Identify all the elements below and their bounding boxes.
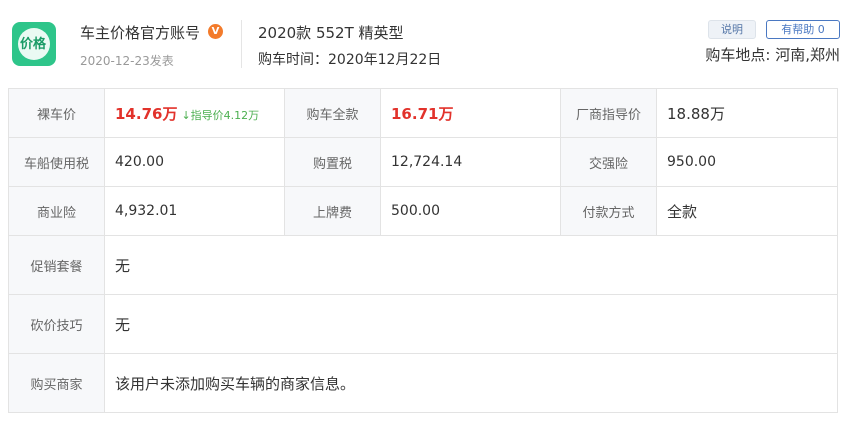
plate-fee-value: 500.00 [380, 186, 561, 236]
payment-method-value: 全款 [656, 186, 838, 236]
promotion-label: 促销套餐 [8, 235, 105, 295]
dealer-label: 购买商家 [8, 353, 105, 413]
promotion-value: 无 [104, 235, 838, 295]
post-header: 价格 车主价格官方账号 V 2020-12-23发表 2020款 552T 精英… [0, 0, 852, 88]
full-price-label: 购车全款 [284, 88, 381, 138]
table-row: 裸车价 14.76万 ↓指导价4.12万 购车全款 16.71万 厂商指导价 18… [8, 88, 838, 138]
purchase-location: 购车地点: 河南,郑州 [705, 46, 840, 64]
naked-price-cell: 14.76万 ↓指导价4.12万 [104, 88, 285, 138]
bargain-tips-value: 无 [104, 294, 838, 354]
guide-price-diff: ↓指导价4.12万 [181, 108, 260, 122]
account-logo[interactable]: 价格 [12, 22, 56, 66]
compulsory-insurance-label: 交强险 [560, 137, 657, 187]
naked-price-label: 裸车价 [8, 88, 105, 138]
account-name[interactable]: 车主价格官方账号 [80, 22, 200, 43]
full-price-value: 16.71万 [391, 104, 454, 123]
table-row: 车船使用税 420.00 购置税 12,724.14 交强险 950.00 [8, 137, 838, 187]
price-details-table: 裸车价 14.76万 ↓指导价4.12万 购车全款 16.71万 厂商指导价 18… [8, 88, 838, 413]
commercial-insurance-value: 4,932.01 [104, 186, 285, 236]
car-model: 2020款 552T 精英型 [258, 24, 404, 42]
naked-price-value: 14.76万 [115, 104, 178, 123]
explain-button[interactable]: 说明 [708, 20, 756, 39]
bargain-tips-label: 砍价技巧 [8, 294, 105, 354]
payment-method-label: 付款方式 [560, 186, 657, 236]
table-row: 促销套餐 无 [8, 235, 838, 295]
full-price-cell: 16.71万 [380, 88, 561, 138]
table-row: 商业险 4,932.01 上牌费 500.00 付款方式 全款 [8, 186, 838, 236]
verified-badge-icon: V [208, 24, 223, 39]
purchase-time: 购车时间：2020年12月22日 [258, 52, 442, 68]
dealer-value: 该用户未添加购买车辆的商家信息。 [104, 353, 838, 413]
vehicle-tax-label: 车船使用税 [8, 137, 105, 187]
helpful-button[interactable]: 有帮助 0 [766, 20, 840, 39]
table-row: 砍价技巧 无 [8, 294, 838, 354]
table-row: 购买商家 该用户未添加购买车辆的商家信息。 [8, 353, 838, 413]
purchase-tax-label: 购置税 [284, 137, 381, 187]
purchase-tax-value: 12,724.14 [380, 137, 561, 187]
logo-text: 价格 [20, 37, 47, 52]
vehicle-tax-value: 420.00 [104, 137, 285, 187]
msrp-value: 18.88万 [656, 88, 838, 138]
compulsory-insurance-value: 950.00 [656, 137, 838, 187]
msrp-label: 厂商指导价 [560, 88, 657, 138]
commercial-insurance-label: 商业险 [8, 186, 105, 236]
header-divider [241, 20, 242, 68]
plate-fee-label: 上牌费 [284, 186, 381, 236]
post-date: 2020-12-23发表 [80, 54, 174, 68]
